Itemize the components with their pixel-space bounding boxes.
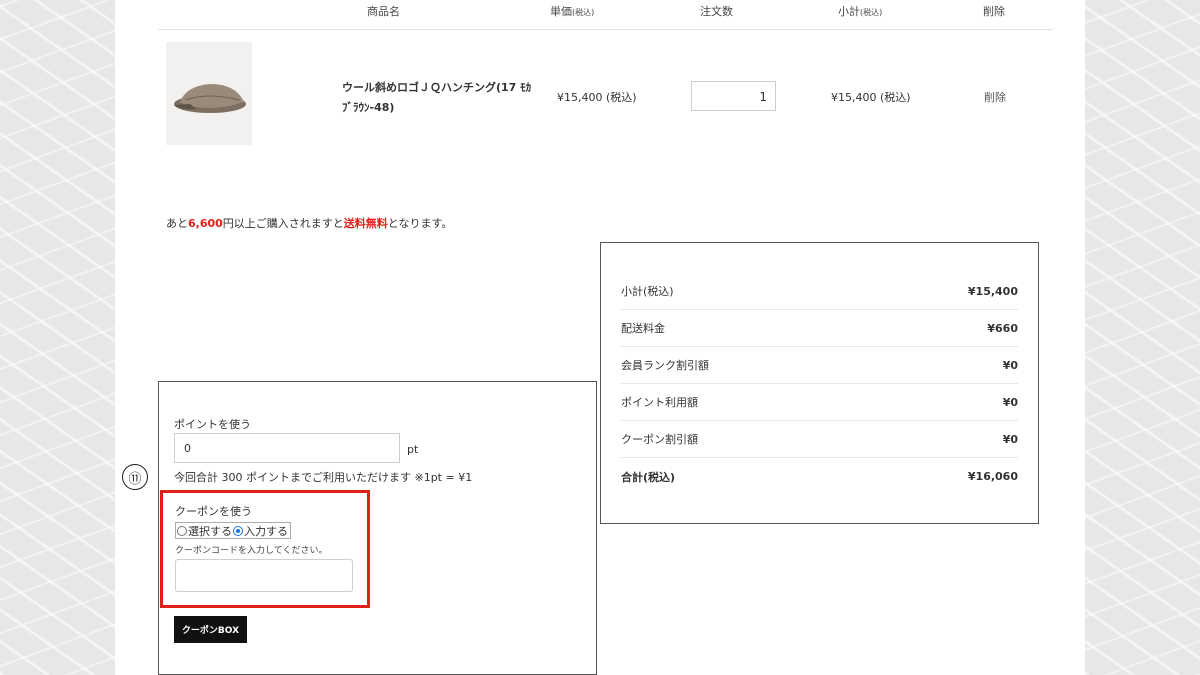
coupon-mode-radio-group: 選択する 入力する <box>175 522 291 539</box>
summary-value: ¥0 <box>1002 358 1018 372</box>
summary-label: 会員ランク割引額 <box>621 359 709 372</box>
shipping-msg-suffix: となります。 <box>387 217 453 230</box>
coupon-label: クーポンを使う <box>175 505 252 518</box>
summary-label: クーポン割引額 <box>621 433 698 446</box>
cart-table-header: 商品名 単価(税込) 注文数 小計(税込) 削除 <box>158 0 1053 30</box>
product-name-line1: ウール斜めロゴＪＱハンチング(17 ﾓｶ <box>342 81 532 94</box>
header-subtotal-note: (税込) <box>860 8 883 17</box>
product-unit-price: ¥15,400 (税込) <box>557 91 637 104</box>
header-unit-price-label: 単価 <box>550 5 572 18</box>
product-name-line2: ﾌﾞﾗｳﾝ-48) <box>342 101 395 114</box>
header-product-name: 商品名 <box>367 5 400 18</box>
summary-value: ¥0 <box>1002 432 1018 446</box>
header-delete: 削除 <box>983 5 1005 18</box>
summary-label: ポイント利用額 <box>621 396 698 409</box>
radio-select-label[interactable]: 選択する <box>188 523 232 539</box>
coupon-section-highlight: クーポンを使う 選択する 入力する クーポンコードを入力してください。 <box>160 490 370 608</box>
summary-total-value: ¥16,060 <box>967 470 1018 483</box>
header-unit-price: 単価(税込) <box>550 3 594 19</box>
product-subtotal: ¥15,400 (税込) <box>831 91 911 104</box>
radio-input-coupon[interactable] <box>233 525 243 536</box>
shipping-msg-prefix: あと <box>166 217 188 230</box>
header-subtotal-label: 小計 <box>838 5 860 18</box>
step-number-marker: ⑪ <box>122 464 148 490</box>
coupon-hint: クーポンコードを入力してください。 <box>175 546 328 556</box>
header-subtotal: 小計(税込) <box>838 3 882 19</box>
summary-value: ¥0 <box>1002 395 1018 409</box>
shipping-msg-middle: 円以上ご購入されますと <box>222 217 344 230</box>
product-name[interactable]: ウール斜めロゴＪＱハンチング(17 ﾓｶ ﾌﾞﾗｳﾝ-48) <box>342 78 542 118</box>
product-image[interactable] <box>166 42 252 145</box>
summary-label: 小計(税込) <box>621 285 674 298</box>
radio-input-label[interactable]: 入力する <box>244 523 290 539</box>
order-summary: 小計(税込) ¥15,400 配送料金 ¥660 会員ランク割引額 ¥0 ポイント利用… <box>600 242 1039 524</box>
summary-total-row: 合計(税込) ¥16,060 <box>621 458 1018 495</box>
summary-row: 会員ランク割引額 ¥0 <box>621 347 1018 384</box>
summary-row: 小計(税込) ¥15,400 <box>621 273 1018 310</box>
points-coupon-panel: ポイントを使う 0 pt 今回合計 300 ポイントまでご利用いただけます ※1… <box>158 381 597 675</box>
coupon-code-input[interactable] <box>175 559 353 592</box>
shipping-remaining-amount: 6,600 <box>188 217 223 230</box>
free-shipping-highlight: 送料無料 <box>343 217 388 230</box>
summary-value: ¥15,400 <box>967 284 1018 298</box>
summary-row: クーポン割引額 ¥0 <box>621 421 1018 458</box>
points-input[interactable]: 0 <box>174 433 400 463</box>
summary-label: 配送料金 <box>621 322 665 335</box>
header-quantity: 注文数 <box>700 5 733 18</box>
quantity-input[interactable]: 1 <box>691 81 776 111</box>
summary-value: ¥660 <box>987 321 1018 335</box>
delete-item-link[interactable]: 削除 <box>984 89 1006 105</box>
header-unit-price-note: (税込) <box>572 8 595 17</box>
radio-select-coupon[interactable] <box>177 525 187 536</box>
free-shipping-message: あと6,600円以上ご購入されますと送料無料となります。 <box>166 215 452 231</box>
summary-total-label: 合計(税込) <box>621 470 676 484</box>
points-label: ポイントを使う <box>174 418 251 431</box>
points-note: 今回合計 300 ポイントまでご利用いただけます ※1pt = ¥1 <box>174 471 473 484</box>
summary-row: 配送料金 ¥660 <box>621 310 1018 347</box>
points-unit: pt <box>407 443 419 456</box>
cart-page: 商品名 単価(税込) 注文数 小計(税込) 削除 ウール斜めロゴＪＱハンチング(… <box>115 0 1085 675</box>
coupon-box-button[interactable]: クーポンBOX <box>174 616 247 643</box>
background-doodle-right <box>1085 0 1200 675</box>
summary-row: ポイント利用額 ¥0 <box>621 384 1018 421</box>
